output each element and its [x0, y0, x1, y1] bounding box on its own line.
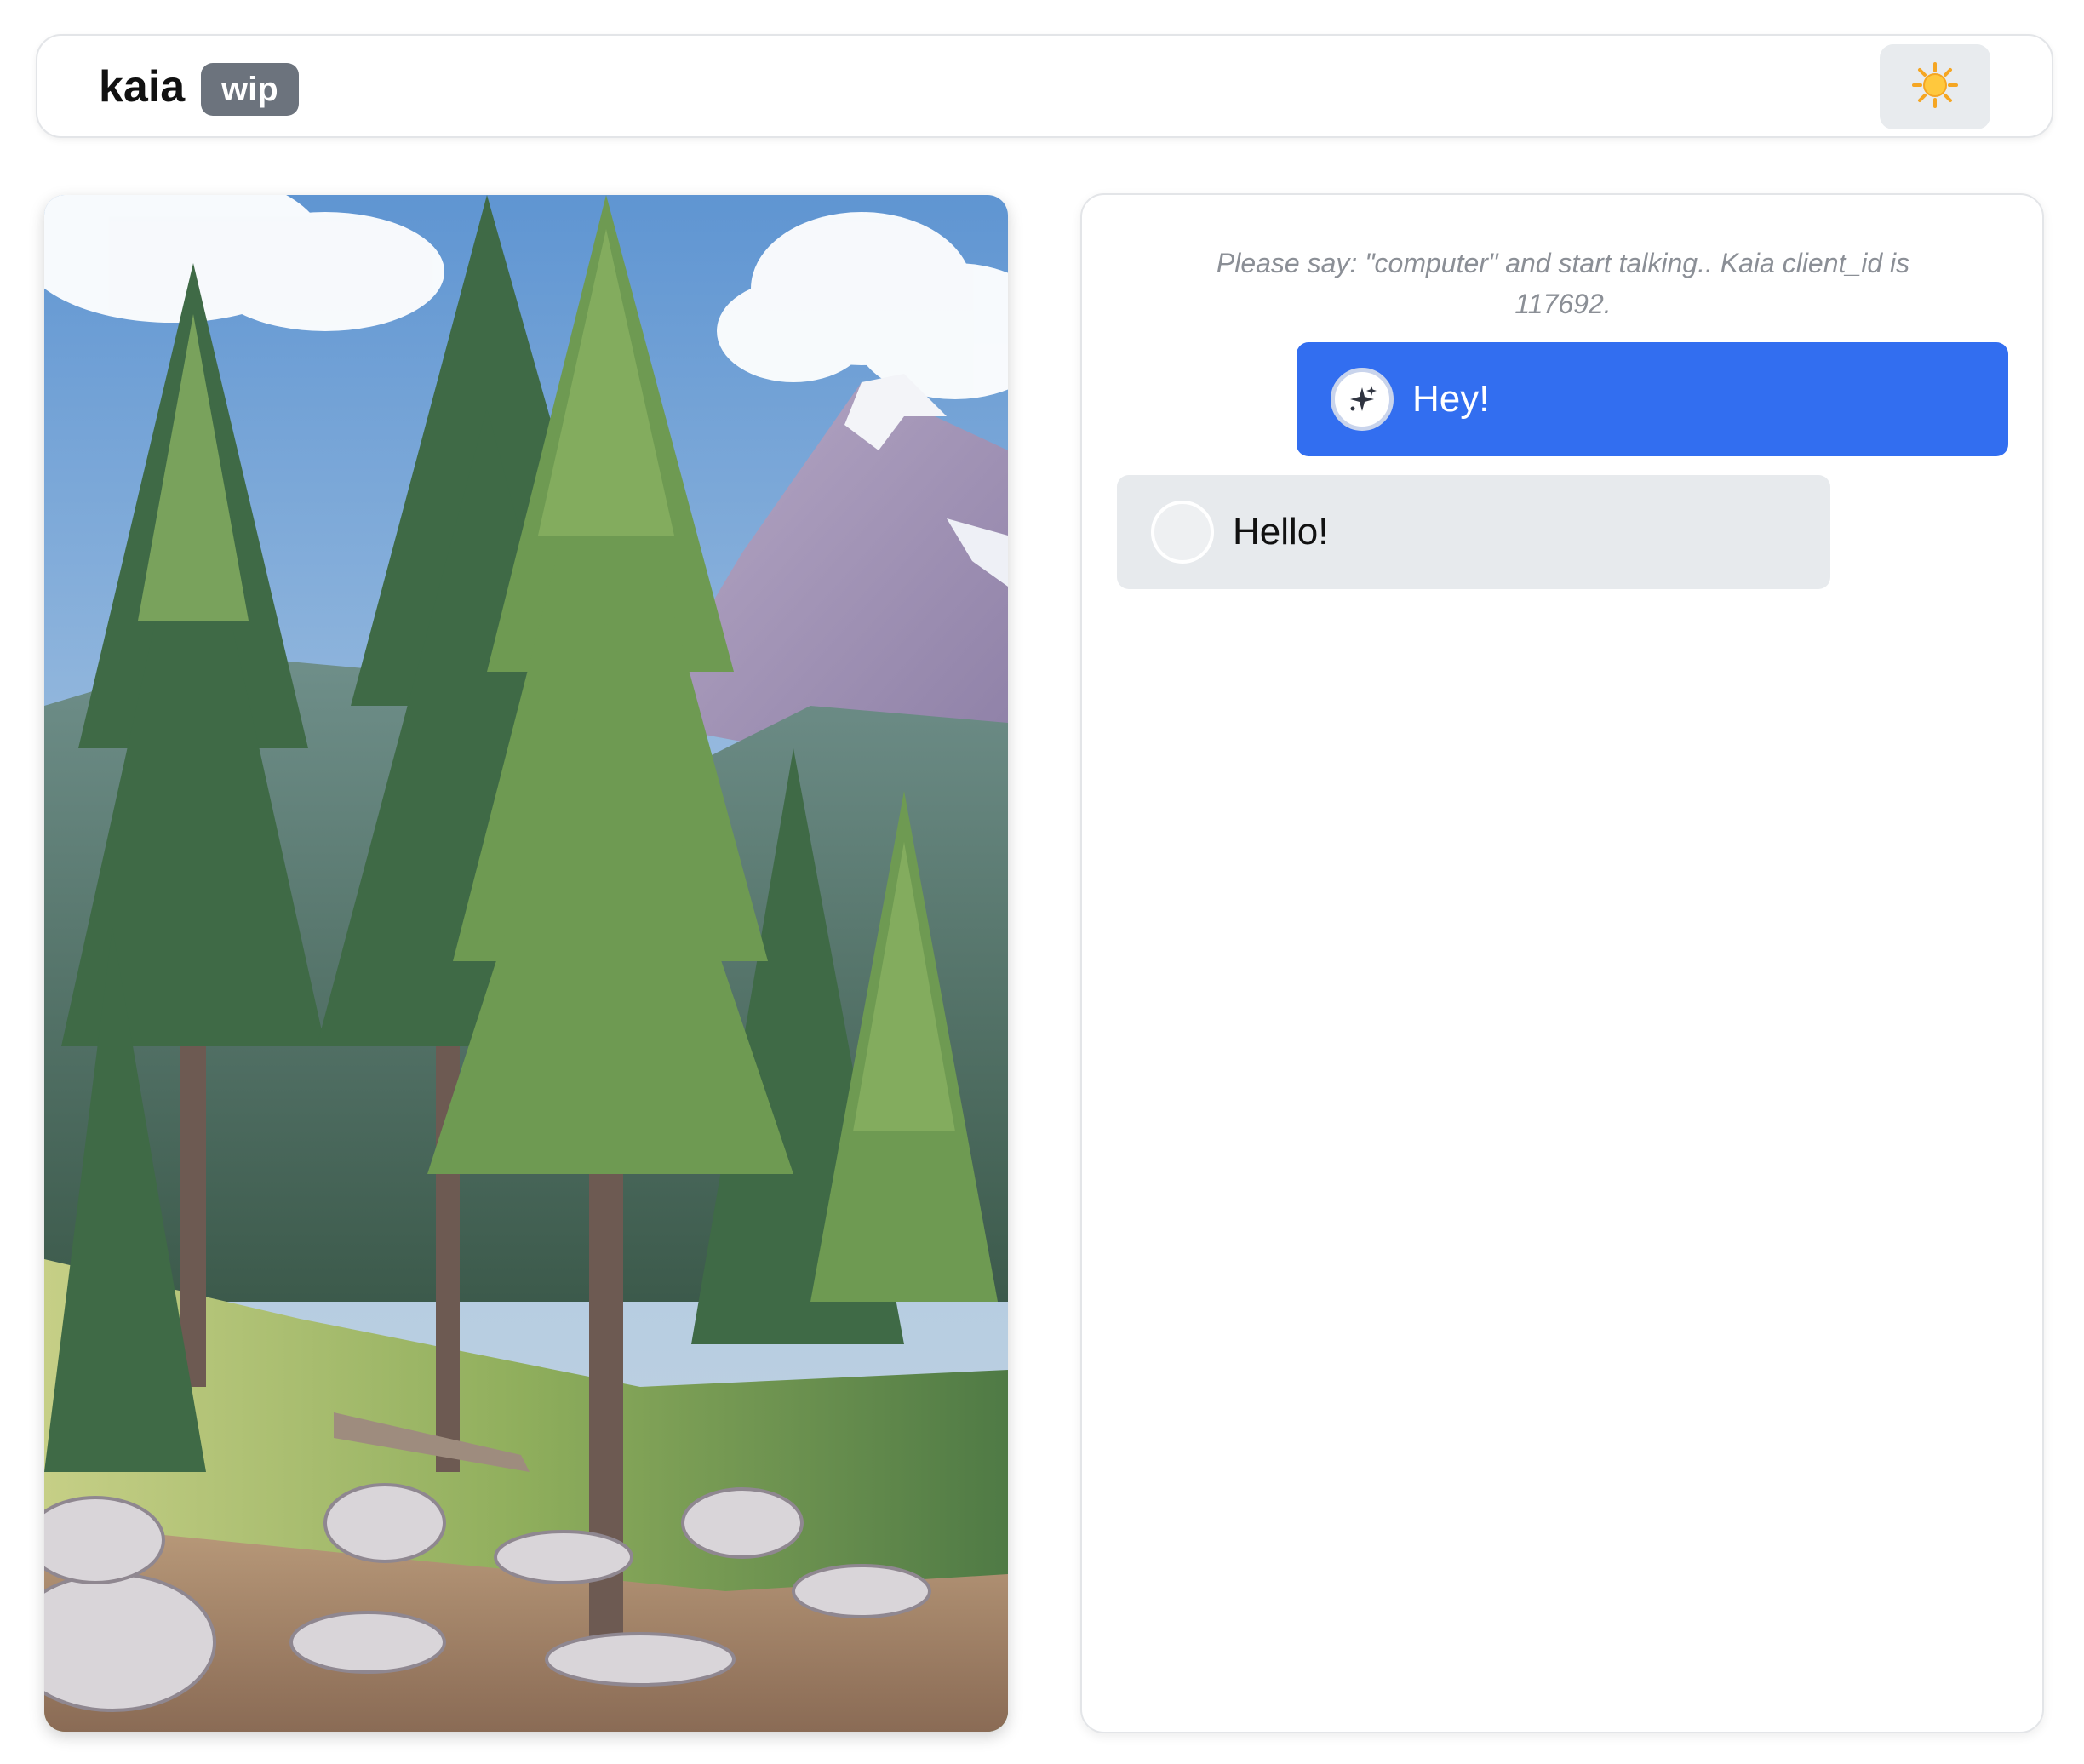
theme-toggle-button[interactable]	[1880, 44, 1990, 129]
chat-hint: Please say: "computer" and start talking…	[1216, 248, 1910, 319]
assistant-message: Hello!	[1117, 475, 1830, 589]
forest-illustration	[44, 195, 1008, 1732]
user-message-text: Hey!	[1412, 378, 1490, 420]
assistant-message-text: Hello!	[1233, 511, 1329, 553]
scene-image	[44, 195, 1008, 1732]
sun-icon	[1912, 61, 1958, 112]
chat-panel: Please say: "computer" and start talking…	[1080, 193, 2044, 1733]
avatar-circle-icon	[1151, 501, 1214, 564]
user-message: Hey!	[1297, 342, 2008, 456]
sparkle-icon	[1331, 368, 1394, 431]
app-header: kaia wip	[36, 34, 2053, 138]
app-title: kaia	[99, 62, 186, 112]
wip-badge: wip	[201, 63, 299, 116]
